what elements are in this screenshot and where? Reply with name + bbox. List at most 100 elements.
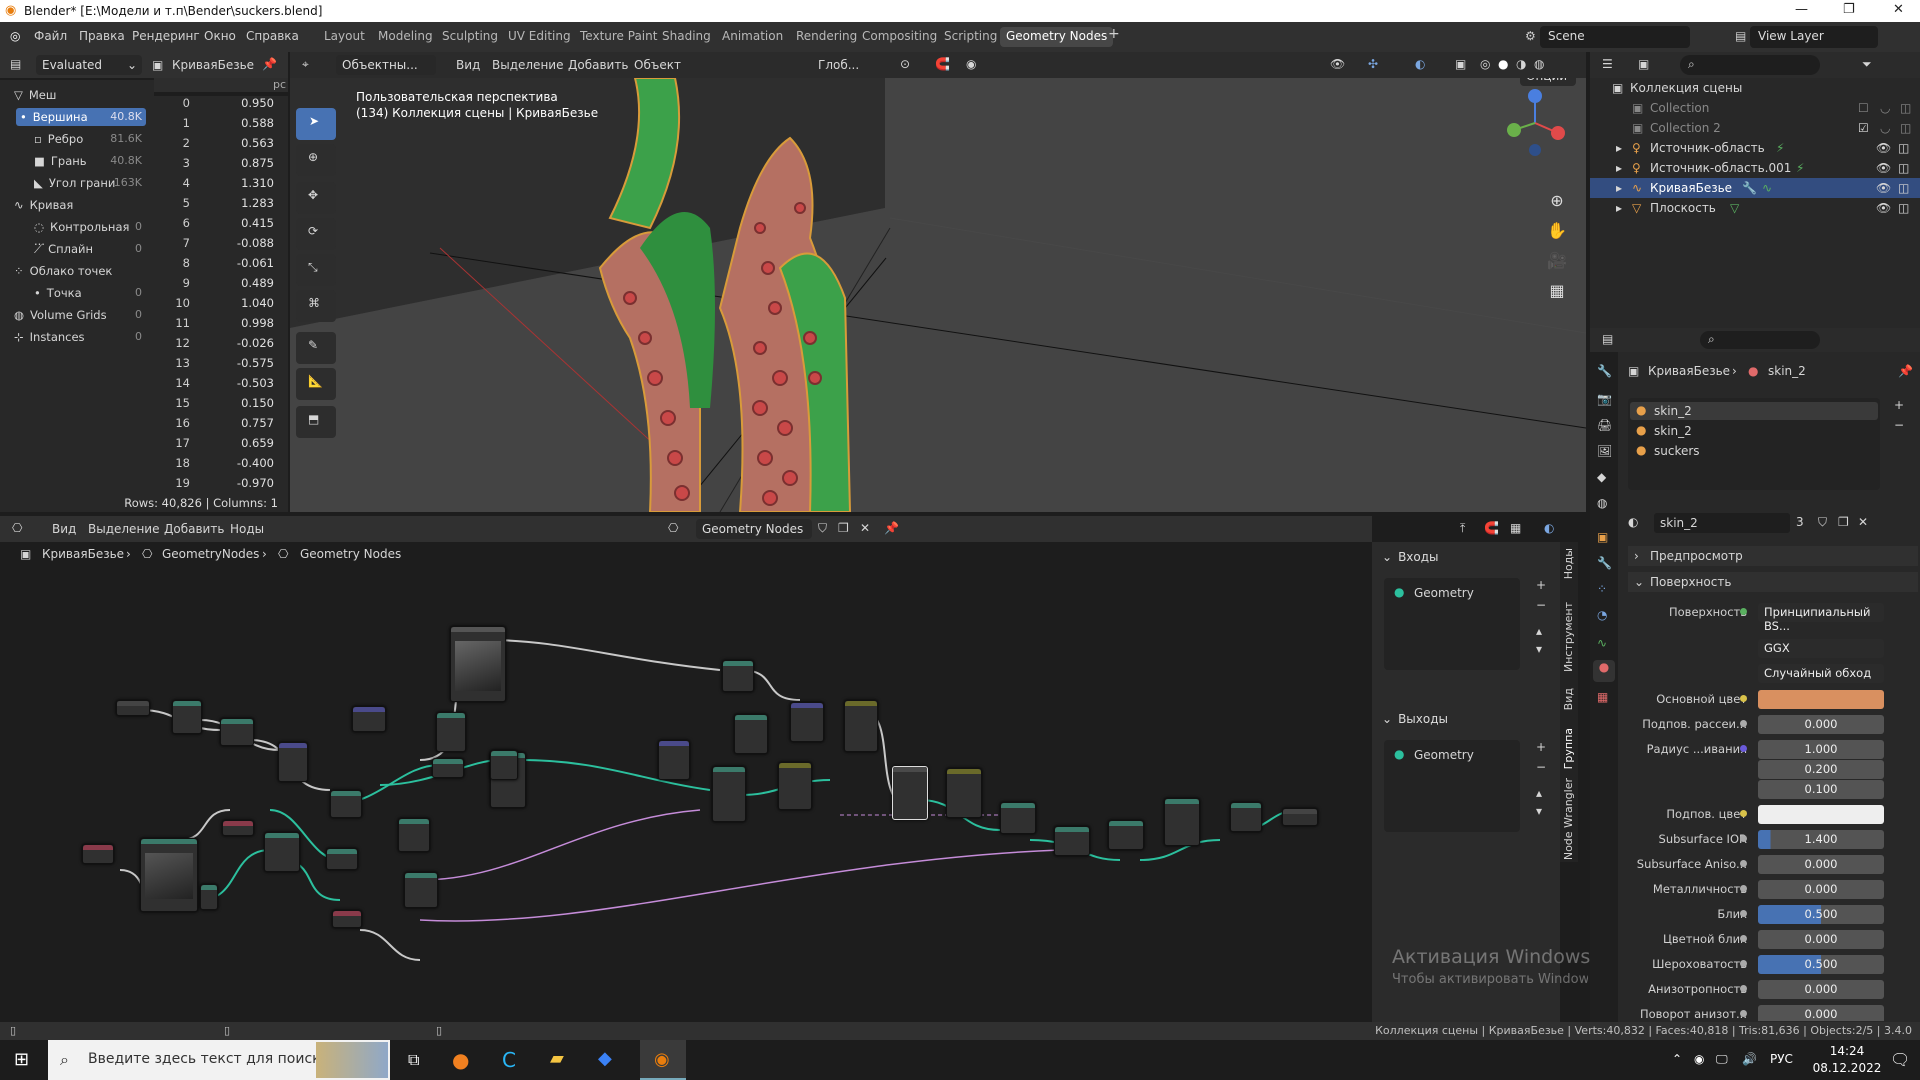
graph-node[interactable] — [220, 718, 254, 746]
subsurface-radius-x[interactable]: 1.000 — [1758, 740, 1884, 759]
graph-node[interactable] — [790, 702, 824, 742]
tool-tab-icon[interactable]: 🔧 — [1597, 364, 1612, 378]
maximize-icon[interactable]: ❐ — [1843, 2, 1855, 17]
overlays-icon[interactable]: ◐ — [1544, 521, 1554, 535]
domain-instances[interactable]: ⊹ Instances 0 — [10, 328, 146, 346]
properties-search-input[interactable]: ⌕ — [1700, 331, 1820, 349]
texture-tab-icon[interactable]: ▦ — [1597, 690, 1608, 704]
snap-mode-icon[interactable]: ▦ — [1510, 521, 1521, 535]
graph-node[interactable] — [264, 832, 300, 872]
surface-shader-field[interactable]: Принципиальный BS... — [1758, 603, 1884, 633]
transform-orientation[interactable]: Глоб... — [818, 58, 859, 72]
menu-add[interactable]: Добавить — [568, 58, 628, 72]
domain-face-corner[interactable]: ◣ Угол грани 163K — [30, 174, 146, 192]
menu-help[interactable]: Справка — [246, 29, 299, 43]
node-menu-view[interactable]: Вид — [52, 522, 76, 536]
metallic-field[interactable]: 0.000 — [1758, 880, 1884, 899]
domain-point-cloud[interactable]: ⁘ Облако точек — [10, 262, 146, 280]
ccleaner-icon[interactable]: C — [502, 1048, 516, 1072]
shading-material-icon[interactable]: ◑ — [1516, 57, 1526, 71]
graph-node[interactable] — [946, 768, 982, 818]
pin-icon[interactable]: 📌 — [262, 57, 277, 71]
view-layer-icon[interactable]: ▤ — [1735, 29, 1746, 43]
interaction-mode-dropdown[interactable]: Объектны... — [336, 55, 436, 75]
tab-texture-paint[interactable]: Texture Paint — [574, 27, 663, 47]
tab-compositing[interactable]: Compositing — [856, 27, 943, 47]
subsurface-color-field[interactable] — [1758, 805, 1884, 824]
add-cube-tool[interactable]: ⬒ — [296, 406, 336, 438]
pin-icon[interactable]: 📌 — [884, 521, 899, 535]
navigation-gizmo[interactable] — [1500, 88, 1570, 158]
editor-type-icon[interactable]: ⎔ — [12, 521, 22, 535]
graph-node[interactable] — [1000, 802, 1036, 834]
add-slot-icon[interactable]: + — [1894, 398, 1904, 412]
menu-edit[interactable]: Правка — [79, 29, 125, 43]
base-color-field[interactable] — [1758, 690, 1884, 709]
view-layer-selector[interactable]: View Layer — [1750, 26, 1878, 48]
graph-node[interactable] — [404, 872, 438, 908]
graph-node[interactable] — [398, 818, 430, 852]
group-output-node[interactable] — [1282, 808, 1318, 826]
pivot-icon[interactable]: ⊙ — [900, 57, 910, 71]
tab-layout[interactable]: Layout — [318, 27, 371, 47]
node-menu-add[interactable]: Добавить — [164, 522, 224, 536]
filter-icon[interactable]: ⏷ — [1862, 57, 1872, 72]
pan-hand-icon[interactable]: ✋ — [1544, 218, 1570, 244]
move-output-down-icon[interactable]: ▾ — [1536, 804, 1542, 818]
add-output-icon[interactable]: + — [1536, 740, 1546, 754]
proportional-icon[interactable]: ◉ — [966, 57, 976, 71]
editor-type-icon[interactable]: ▤ — [10, 57, 21, 71]
graph-node[interactable] — [326, 848, 358, 870]
object-tab-icon[interactable]: ▣ — [1597, 530, 1608, 544]
anisotropic-field[interactable]: 0.000 — [1758, 980, 1884, 999]
shading-wireframe-icon[interactable]: ◎ — [1480, 57, 1490, 71]
graph-node[interactable] — [450, 626, 506, 702]
windows-start-icon[interactable]: ⊞ — [14, 1049, 29, 1070]
duplicate-icon[interactable]: ❐ — [838, 521, 849, 535]
outliner-item-scene-collection[interactable]: ▣ Коллекция сцены — [1590, 78, 1920, 98]
move-output-up-icon[interactable]: ▴ — [1536, 786, 1542, 800]
outliner-item-plane[interactable]: ▸ ▽ Плоскость ▽ 👁 ◫ — [1590, 198, 1920, 218]
snap-icon[interactable]: 🧲 — [935, 57, 950, 71]
add-input-icon[interactable]: + — [1536, 578, 1546, 592]
specular-field[interactable]: 0.500 — [1758, 905, 1884, 924]
volume-icon[interactable]: 🔊 — [1742, 1052, 1757, 1066]
graph-node[interactable] — [734, 714, 768, 754]
scene-selector[interactable]: Scene — [1540, 26, 1690, 48]
clock-time[interactable]: 14:24 — [1812, 1044, 1882, 1058]
cursor-tool[interactable]: ⊕ — [296, 144, 336, 176]
fake-user-icon[interactable]: ⛉ — [1818, 515, 1827, 530]
graph-node[interactable] — [1054, 826, 1090, 856]
unlink-icon[interactable]: ✕ — [1858, 515, 1868, 529]
graph-node[interactable] — [778, 762, 812, 810]
zoom-icon[interactable]: ⊕ — [1544, 188, 1570, 214]
subsurface-radius-y[interactable]: 0.200 — [1758, 760, 1884, 779]
graph-node[interactable] — [82, 844, 114, 864]
graph-node[interactable] — [490, 750, 518, 780]
particles-tab-icon[interactable]: ⁘ — [1597, 582, 1607, 596]
graph-node[interactable] — [140, 838, 198, 912]
graph-node[interactable] — [200, 884, 218, 910]
domain-vertex[interactable]: • Вершина 40.8K — [16, 108, 146, 126]
domain-point[interactable]: • Точка 0 — [30, 284, 146, 302]
taskbar-search-input[interactable]: ⌕ Введите здесь текст для поиска — [48, 1040, 390, 1080]
node-menu-nodes[interactable]: Ноды — [230, 522, 264, 536]
notifications-icon[interactable]: 🗨 — [1890, 1050, 1910, 1069]
graph-node[interactable] — [712, 766, 746, 822]
tab-scripting[interactable]: Scripting — [938, 27, 1003, 47]
inputs-panel-title[interactable]: ⌄ Входы — [1382, 550, 1439, 564]
material-name-field[interactable]: skin_2 — [1654, 513, 1790, 533]
parent-node-tree-icon[interactable]: ⤒ — [1460, 521, 1465, 536]
material-slot[interactable]: ● skin_2 — [1630, 402, 1878, 420]
render-tab-icon[interactable]: 📷 — [1597, 392, 1612, 406]
graph-node[interactable] — [172, 700, 202, 734]
anisotropic-rotation-field[interactable]: 0.000 — [1758, 1005, 1884, 1021]
tab-node-wrangler[interactable]: Node Wrangler — [1562, 778, 1575, 860]
menu-window[interactable]: Окно — [204, 29, 236, 43]
subsurface-aniso-field[interactable]: 0.000 — [1758, 855, 1884, 874]
file-explorer-icon[interactable]: ▰ — [550, 1048, 564, 1069]
graph-node[interactable] — [222, 820, 254, 836]
annotate-tool[interactable]: ✎ — [296, 332, 336, 364]
output-socket-label[interactable]: Geometry — [1414, 748, 1474, 762]
select-box-tool[interactable]: ➤ — [296, 108, 336, 140]
